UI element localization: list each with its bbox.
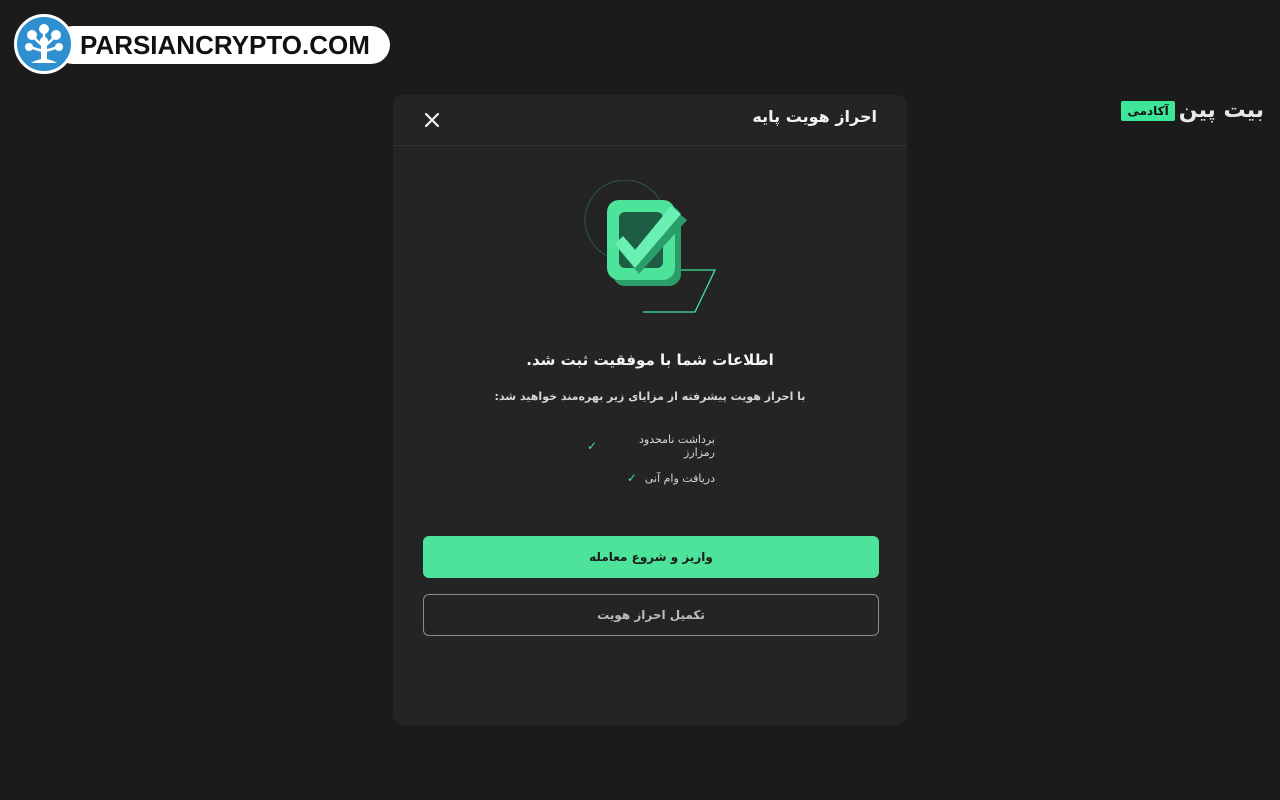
page: PARSIANCRYPTO.COM بیت پین آکادمی احراز ه… xyxy=(0,0,1280,800)
benefits-intro: با احراز هویت پیشرفته از مزایای زیر بهره… xyxy=(494,390,806,403)
brand-name: بیت پین xyxy=(1178,98,1264,123)
check-icon: ✓ xyxy=(586,439,598,453)
modal-title: احراز هویت پایه xyxy=(752,107,877,126)
brand-logo[interactable]: بیت پین آکادمی xyxy=(1121,98,1264,123)
complete-verification-button[interactable]: تکمیل احراز هویت xyxy=(423,594,879,636)
feature-label: دریافت وام آنی xyxy=(644,471,715,485)
close-icon xyxy=(424,112,440,128)
check-icon: ✓ xyxy=(626,471,637,485)
identity-modal: احراز هویت پایه اطلاعات شما با موفقیت ثب… xyxy=(393,95,907,725)
feature-label: برداشت نامحدود رمزارز xyxy=(639,433,715,459)
list-item: دریافت وام آنی ✓ xyxy=(585,471,715,485)
checkbox-check-icon xyxy=(583,179,723,315)
benefits-list: برداشت نامحدود رمزارز ✓ دریافت وام آنی ✓ xyxy=(393,433,907,485)
modal-header: احراز هویت پایه xyxy=(393,95,907,146)
close-button[interactable] xyxy=(421,109,443,131)
watermark-text: PARSIANCRYPTO.COM xyxy=(54,26,390,64)
success-headline: اطلاعات شما با موفقیت ثبت شد. xyxy=(526,351,774,369)
list-item: برداشت نامحدود رمزارز ✓ xyxy=(585,433,715,459)
deposit-and-trade-button[interactable]: واریز و شروع معامله xyxy=(423,536,879,578)
brand-badge: آکادمی xyxy=(1121,100,1175,121)
tree-icon xyxy=(14,14,74,74)
